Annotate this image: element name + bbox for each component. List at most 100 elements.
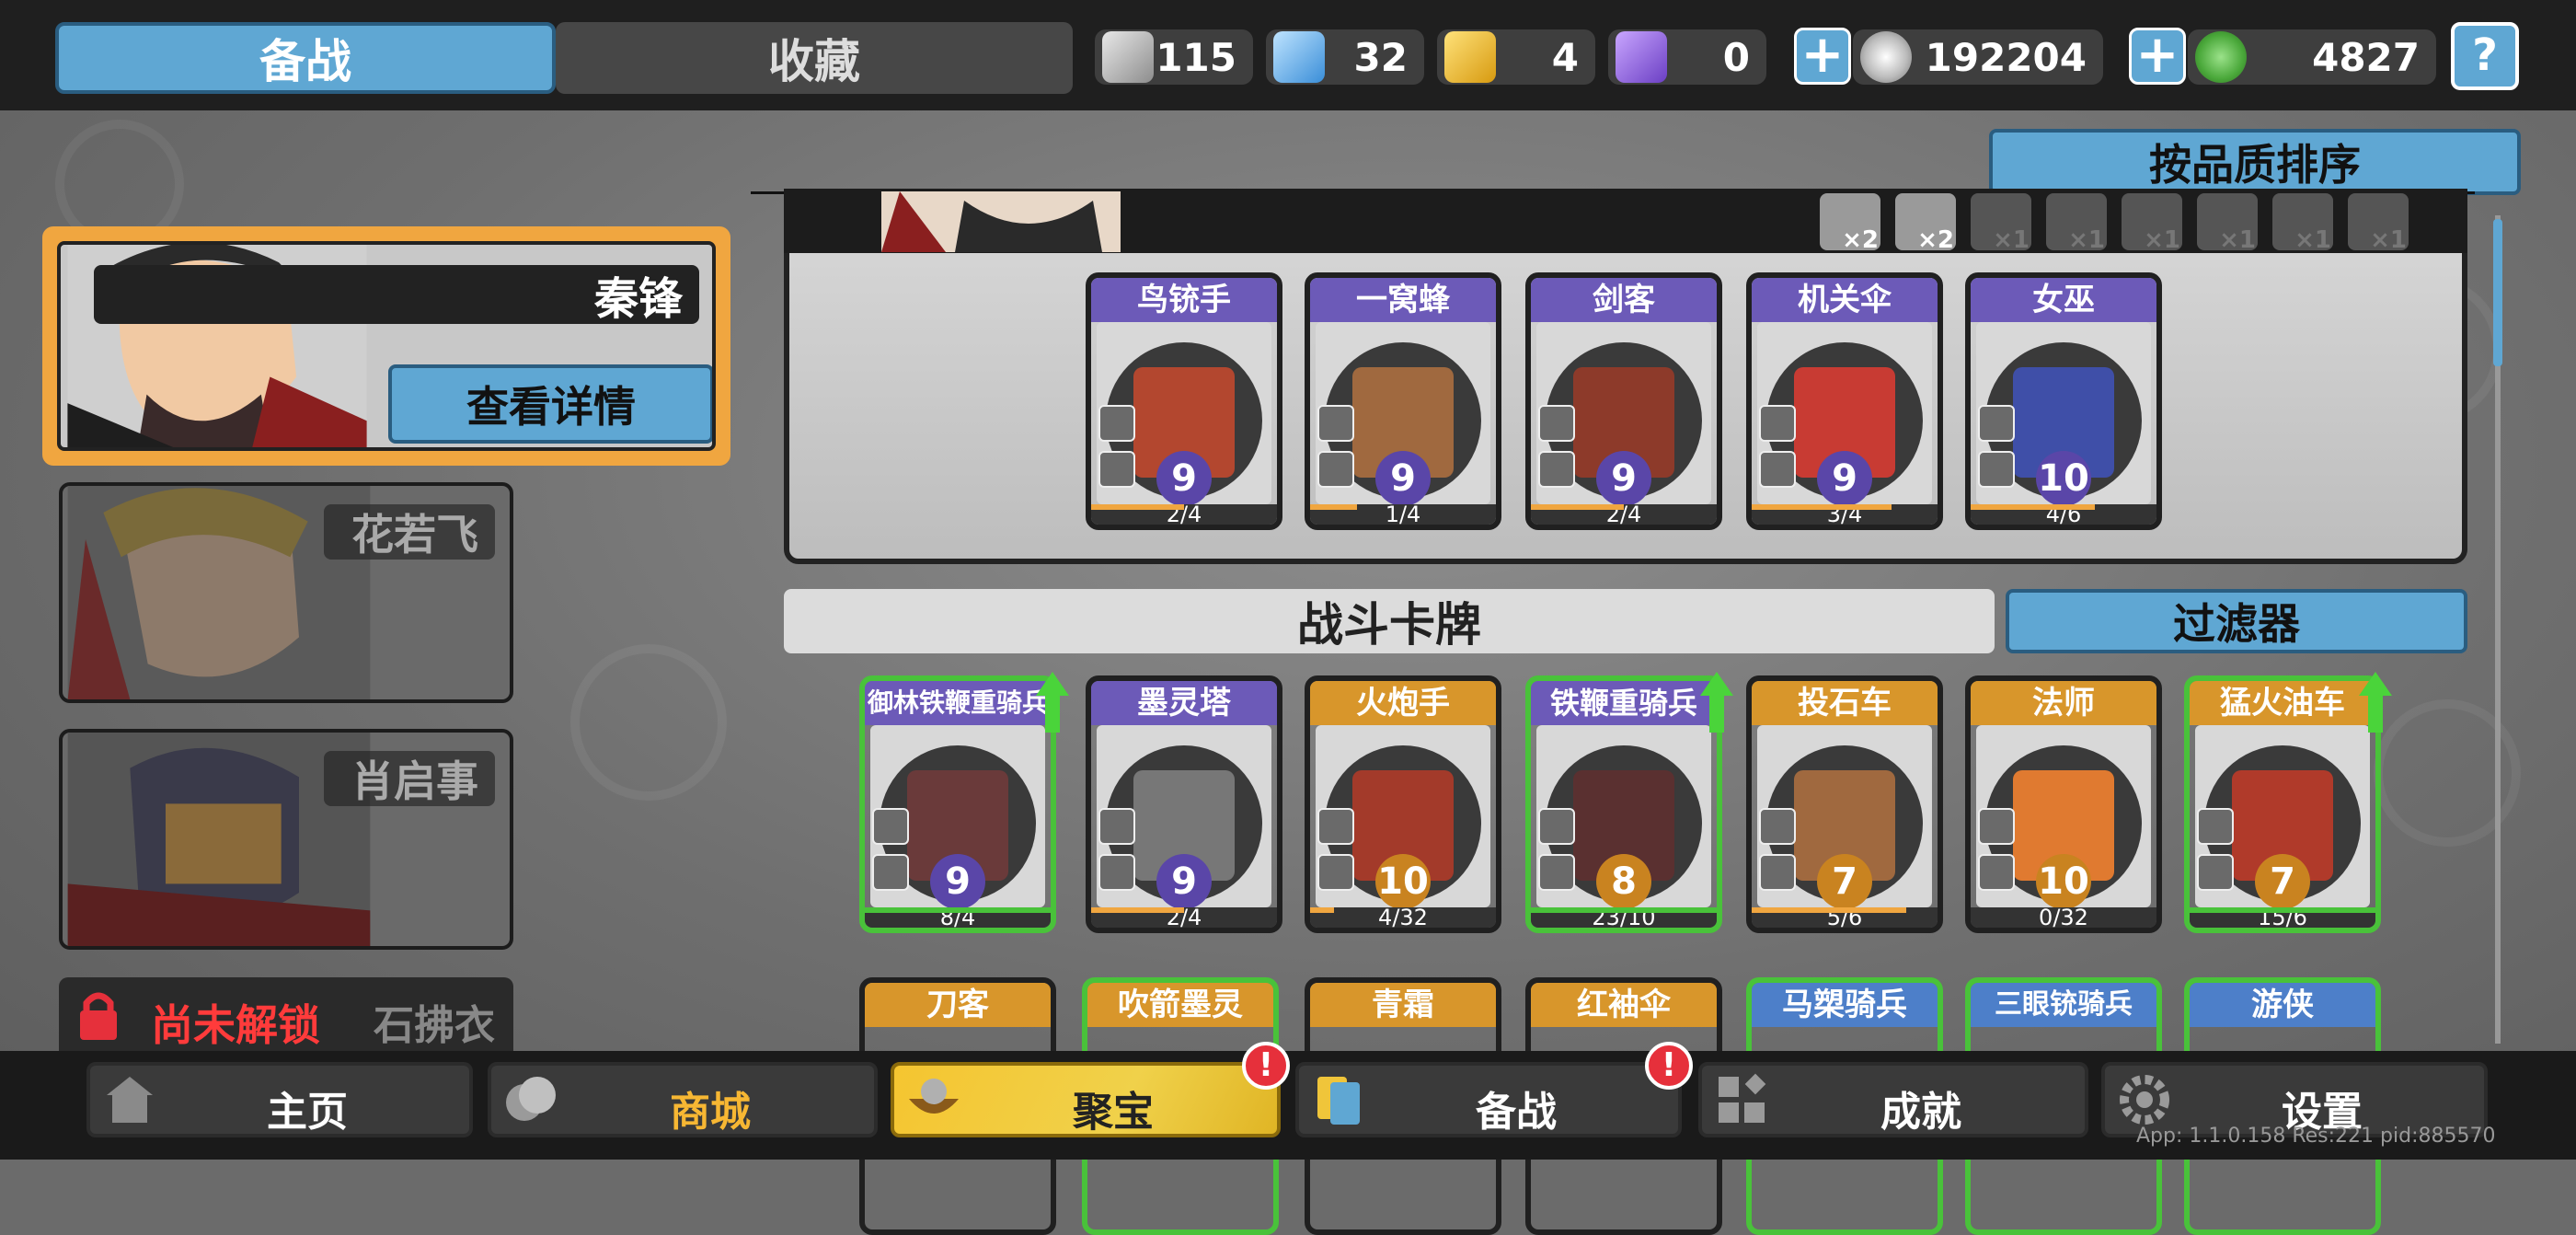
card-name: 墨灵塔 bbox=[1091, 681, 1277, 725]
card-name: 女巫 bbox=[1971, 278, 2156, 322]
shield-icon[interactable]: ×1 bbox=[2348, 193, 2409, 254]
sword-rack-icon[interactable]: ×2 bbox=[1820, 193, 1880, 254]
deck-card[interactable]: 一窝蜂 9 1/4 bbox=[1305, 272, 1501, 530]
progress-text: 1/4 bbox=[1385, 502, 1421, 527]
progress-text: 0/32 bbox=[2039, 905, 2088, 930]
resource-value: 192204 bbox=[1925, 35, 2087, 80]
lock-icon bbox=[80, 992, 117, 1040]
hero-card[interactable]: 肖启事 bbox=[59, 729, 513, 950]
hero-name: 肖启事 bbox=[351, 756, 478, 806]
filter-button[interactable]: 过滤器 bbox=[2006, 589, 2467, 653]
upgrade-arrow-icon bbox=[1709, 696, 1724, 733]
skull-type-icon bbox=[1978, 808, 2015, 845]
deck-card[interactable]: 机关伞 9 3/4 bbox=[1746, 272, 1943, 530]
hero-name-bar: 肖启事 bbox=[324, 751, 495, 806]
nav-label: 聚宝 bbox=[1073, 1089, 1154, 1136]
battle-card[interactable]: 法师 10 0/32 bbox=[1965, 675, 2162, 933]
help-button[interactable]: ? bbox=[2451, 22, 2519, 90]
battle-card[interactable]: 御林铁鞭重骑兵 9 8/4 bbox=[859, 675, 1056, 933]
attack-type-icon bbox=[1098, 405, 1135, 442]
nav-prepare[interactable]: 备战 bbox=[1295, 1062, 1682, 1137]
add-silver-coin-button[interactable]: + bbox=[1794, 28, 1851, 85]
nav-treasure[interactable]: 聚宝 bbox=[891, 1062, 1281, 1137]
sword-type-icon bbox=[1317, 808, 1354, 845]
resource-jade-coin: 4827 bbox=[2188, 29, 2436, 85]
nav-label: 商城 bbox=[670, 1089, 751, 1136]
progress-fill bbox=[1752, 504, 1892, 510]
progress-fill bbox=[865, 907, 1051, 913]
battle-card[interactable]: 火炮手 10 4/32 bbox=[1305, 675, 1501, 933]
battle-card[interactable]: 墨灵塔 9 2/4 bbox=[1086, 675, 1282, 933]
umbrella-icon[interactable]: ×2 bbox=[1895, 193, 1956, 254]
hero-card[interactable]: 花若飞 bbox=[59, 482, 513, 703]
hero-card-inner: 秦锋 查看详情 bbox=[57, 241, 716, 451]
silver-shard-icon bbox=[1102, 31, 1154, 83]
nav-shop[interactable]: 商城 bbox=[488, 1062, 878, 1137]
card-progress: 8/4 bbox=[865, 906, 1051, 928]
equipment-count: ×2 bbox=[1917, 226, 1954, 254]
upgrade-arrow-icon bbox=[1045, 696, 1060, 733]
add-jade-coin-button[interactable]: + bbox=[2129, 28, 2186, 85]
nav-achievement[interactable]: 成就 bbox=[1698, 1062, 2088, 1137]
blade-icon[interactable]: ×1 bbox=[2272, 193, 2333, 254]
blue-crystal-icon bbox=[1273, 31, 1325, 83]
battle-card[interactable]: 投石车 7 5/6 bbox=[1746, 675, 1943, 933]
card-progress: 2/4 bbox=[1531, 503, 1717, 525]
helmet-icon[interactable]: ×1 bbox=[1971, 193, 2031, 254]
card-progress: 5/6 bbox=[1752, 906, 1938, 928]
brick-type-icon bbox=[1098, 808, 1135, 845]
hero-name: 花若飞 bbox=[351, 510, 478, 560]
resource-purple-gem: 0 bbox=[1608, 29, 1766, 85]
card-level: 7 bbox=[1817, 854, 1872, 909]
hero-card-locked[interactable]: 尚未解锁 石拂衣 bbox=[59, 977, 513, 1051]
deck-card[interactable]: 女巫 10 4/6 bbox=[1965, 272, 2162, 530]
nav-home[interactable]: 主页 bbox=[86, 1062, 473, 1137]
gear-icon[interactable]: ×1 bbox=[2122, 193, 2182, 254]
card-level: 10 bbox=[1375, 854, 1431, 909]
tab-collection[interactable]: 收藏 bbox=[556, 22, 1073, 94]
battle-card[interactable]: 铁鞭重骑兵 8 23/10 bbox=[1525, 675, 1722, 933]
resource-gold-shield: 4 bbox=[1437, 29, 1595, 85]
crowd-type-icon bbox=[1317, 854, 1354, 891]
scrollbar-thumb[interactable] bbox=[2493, 219, 2502, 366]
burst-type-icon bbox=[1317, 451, 1354, 488]
bg-pattern bbox=[570, 644, 727, 801]
purple-gem-icon bbox=[1616, 31, 1667, 83]
skull-type-icon bbox=[1978, 405, 2015, 442]
card-name: 机关伞 bbox=[1752, 278, 1938, 322]
sun-icon[interactable]: ×1 bbox=[2197, 193, 2258, 254]
view-details-button[interactable]: 查看详情 bbox=[388, 364, 712, 444]
resource-silver-shard: 115 bbox=[1095, 29, 1253, 85]
nav-label: 备战 bbox=[1476, 1089, 1557, 1136]
equipment-count: ×1 bbox=[1993, 226, 2030, 254]
deck-card[interactable]: 鸟铳手 9 2/4 bbox=[1086, 272, 1282, 530]
battle-cards-header: 战斗卡牌 bbox=[784, 589, 1995, 653]
horse-type-icon bbox=[872, 808, 909, 845]
card-name: 红袖伞 bbox=[1531, 983, 1717, 1027]
progress-fill bbox=[1091, 504, 1184, 510]
equipment-count: ×1 bbox=[2219, 226, 2256, 254]
equipment-count: ×1 bbox=[2370, 226, 2407, 254]
deck-card[interactable]: 剑客 9 2/4 bbox=[1525, 272, 1722, 530]
card-name: 游侠 bbox=[2190, 983, 2375, 1027]
sword-type-icon bbox=[1538, 405, 1575, 442]
progress-fill bbox=[1531, 907, 1717, 913]
gold-shield-icon bbox=[1444, 31, 1496, 83]
card-progress: 4/32 bbox=[1310, 906, 1496, 928]
crowd-type-icon bbox=[1538, 451, 1575, 488]
gear-type-icon bbox=[2197, 808, 2234, 845]
warrior-icon[interactable]: ×1 bbox=[2046, 193, 2107, 254]
battle-card[interactable]: 猛火油车 7 15/6 bbox=[2184, 675, 2381, 933]
defense-type-icon bbox=[1098, 451, 1135, 488]
progress-fill bbox=[1531, 504, 1624, 510]
card-progress: 2/4 bbox=[1091, 906, 1277, 928]
upgrade-arrow-icon bbox=[2368, 696, 2383, 733]
silver-coin-icon bbox=[1860, 31, 1912, 83]
tab-prepare[interactable]: 备战 bbox=[55, 22, 556, 94]
armor-type-icon bbox=[1759, 451, 1796, 488]
card-level: 9 bbox=[1156, 451, 1212, 506]
upgrade-arrow-icon bbox=[1036, 672, 1069, 696]
sort-by-quality-button[interactable]: 按品质排序 bbox=[1989, 129, 2521, 195]
hero-card-selected[interactable]: 秦锋 查看详情 bbox=[42, 226, 730, 466]
progress-fill bbox=[1971, 504, 2096, 510]
